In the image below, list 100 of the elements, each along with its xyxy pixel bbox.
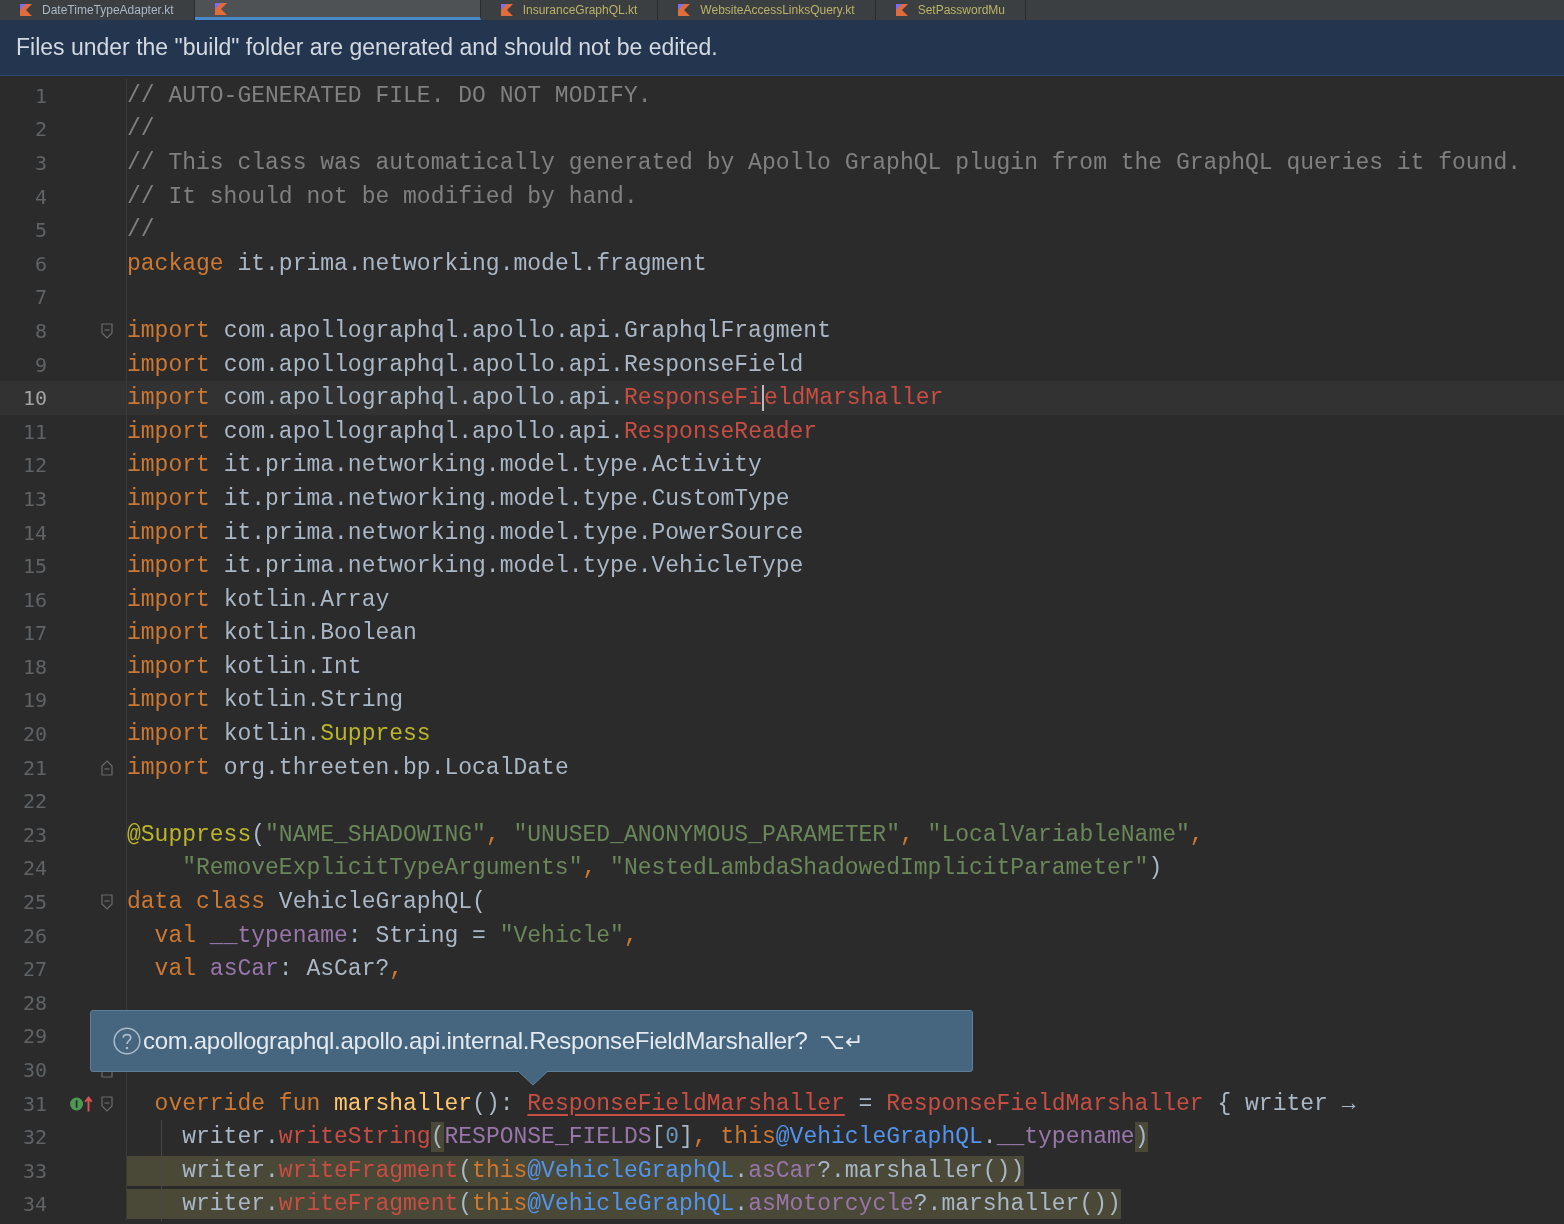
code-token: , xyxy=(899,820,915,850)
line-number: 5 xyxy=(33,218,47,243)
code-token: , xyxy=(485,820,501,850)
code-token: it.prima.networking.model.type.VehicleType xyxy=(222,552,804,582)
code-token: org.threeten.bp.LocalDate xyxy=(222,753,569,783)
banner-text: Files under the "build" folder are generated and should not be edited. xyxy=(16,34,718,61)
line-number: 12 xyxy=(21,453,47,478)
code-token: "RemoveExplicitTypeArguments" xyxy=(181,854,583,884)
line-number: 11 xyxy=(21,419,47,444)
line-number: 6 xyxy=(33,251,47,276)
line-number: 34 xyxy=(21,1192,47,1217)
code-token: kotlin.Boolean xyxy=(222,619,417,649)
code-token: this xyxy=(472,1155,528,1186)
line-number: 22 xyxy=(21,789,47,814)
line-number: 14 xyxy=(21,520,47,545)
code-token: ) xyxy=(1134,1122,1149,1153)
line-number: 30 xyxy=(21,1058,47,1082)
line-number: 8 xyxy=(33,318,47,343)
code-token: // This class was automatically generated by Apollo GraphQL plugin from the GraphQL queries it found. xyxy=(127,149,1522,178)
line-number: 20 xyxy=(21,722,47,747)
line-number: 10 xyxy=(21,386,47,411)
code-token: data class xyxy=(127,888,266,918)
code-token: { writer → xyxy=(1216,1089,1356,1119)
code-token: Suppress xyxy=(320,720,431,750)
code-token: it.prima.networking.model.fragment xyxy=(236,249,707,279)
code-token: , xyxy=(1189,820,1204,850)
line-number: 3 xyxy=(33,151,47,175)
code-token: . xyxy=(734,1189,749,1220)
line-number: 7 xyxy=(33,285,47,310)
code-token: com.apollographql.apollo.api. xyxy=(222,384,624,414)
code-token: [ xyxy=(651,1123,666,1153)
code-token: writeFragment xyxy=(278,1155,459,1186)
editor-tab[interactable] xyxy=(194,0,481,20)
code-token: = xyxy=(857,1089,874,1119)
code-token: ResponseFieldMarshaller xyxy=(886,1089,1204,1119)
code-token: com.apollographql.apollo.api.GraphqlFragment xyxy=(222,316,831,346)
code-token: , xyxy=(623,921,638,951)
line-number: 1 xyxy=(33,83,47,108)
code-token: import xyxy=(127,451,210,481)
code-token: , xyxy=(389,955,404,985)
code-token: com.apollographql.apollo.api.ResponseField xyxy=(222,350,804,380)
code-token: import xyxy=(127,417,210,447)
code-token: , xyxy=(582,854,598,884)
tooltip-pointer xyxy=(518,1071,548,1086)
code-token: kotlin. xyxy=(222,720,321,750)
code-token: __typename xyxy=(996,1123,1135,1153)
fold-marker-icon[interactable] xyxy=(101,759,113,776)
code-token: , this xyxy=(692,1123,776,1153)
kotlin-file-icon xyxy=(500,4,513,16)
code-token: import xyxy=(127,686,210,716)
code-token: VehicleGraphQL( xyxy=(277,888,486,918)
code-token: import xyxy=(127,652,210,682)
code-token: ] xyxy=(679,1123,693,1153)
code-token: ResponseFi xyxy=(623,384,762,414)
code-token: ?.marshaller()) xyxy=(817,1155,1025,1186)
code-token: kotlin.Int xyxy=(222,652,362,682)
code-token: ( xyxy=(458,1155,473,1186)
fold-marker-icon[interactable] xyxy=(101,1095,113,1112)
code-token: import xyxy=(127,753,210,783)
code-token: writeString xyxy=(278,1123,431,1153)
code-token: RESPONSE_FIELDS xyxy=(444,1123,652,1153)
code-token: ResponseFieldMarshaller xyxy=(527,1089,845,1119)
code-token: @VehicleGraphQL xyxy=(527,1189,735,1220)
fold-marker-icon[interactable] xyxy=(101,894,113,911)
code-token: writer. xyxy=(181,1123,279,1153)
fold-marker-icon[interactable] xyxy=(101,322,113,339)
code-token: // xyxy=(127,115,155,145)
implements-marker-icon[interactable] xyxy=(69,1093,95,1114)
code-token: 0 xyxy=(665,1123,680,1153)
code-token: . xyxy=(982,1123,997,1153)
code-token: // AUTO-GENERATED FILE. DO NOT MODIFY. xyxy=(127,81,652,111)
code-token: : AsCar? xyxy=(278,955,390,985)
code-token: asMotorcycle xyxy=(748,1189,914,1220)
code-token: val xyxy=(153,921,197,951)
code-token: this xyxy=(472,1189,528,1220)
code-token: ResponseReader xyxy=(623,417,818,447)
code-token: com.apollographql.apollo.api. xyxy=(222,417,624,447)
code-token: override fun xyxy=(153,1089,322,1119)
code-token: (): xyxy=(472,1089,515,1119)
kotlin-file-icon xyxy=(214,2,227,15)
line-number: 29 xyxy=(21,1024,47,1049)
line-number: 33 xyxy=(21,1158,47,1183)
code-token: it.prima.networking.model.type.CustomType xyxy=(222,484,790,514)
code-token: . xyxy=(734,1155,749,1186)
code-token: import xyxy=(127,350,210,380)
line-number: 24 xyxy=(21,856,47,881)
code-token: @VehicleGraphQL xyxy=(527,1155,735,1186)
question-icon xyxy=(113,1027,141,1055)
code-token: writeFragment xyxy=(278,1189,459,1220)
quick-fix-tooltip[interactable]: com.apollographql.apollo.api.internal.ResponseFieldMarshaller? ⌥↵ xyxy=(90,1010,973,1072)
code-token: "NAME_SHADOWING" xyxy=(265,820,486,850)
line-number: 25 xyxy=(21,890,47,915)
line-number: 32 xyxy=(21,1125,47,1150)
code-token: import xyxy=(127,484,210,514)
line-number: 16 xyxy=(21,587,47,612)
kotlin-file-icon xyxy=(678,4,691,16)
code-token: marshaller xyxy=(334,1089,473,1119)
line-number: 17 xyxy=(21,621,47,646)
code-token: "NestedLambdaShadowedImplicitParameter" xyxy=(610,854,1149,884)
code-token: import xyxy=(127,316,210,346)
